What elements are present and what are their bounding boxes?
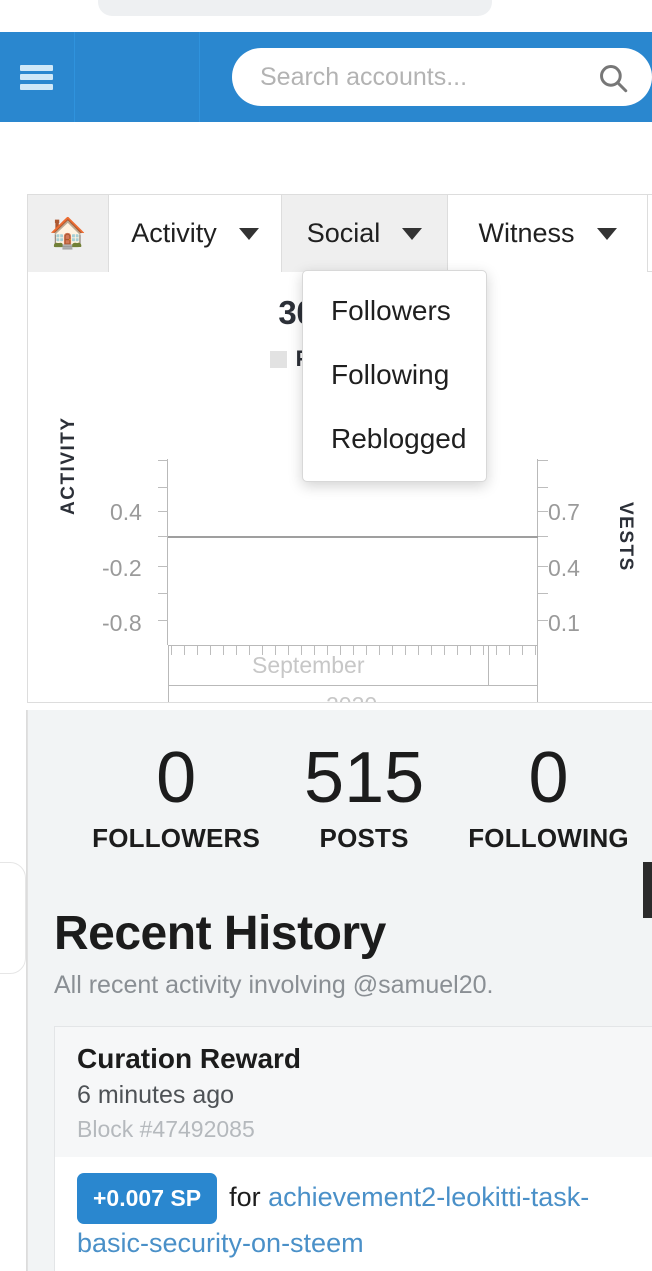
chart-x-tick — [535, 646, 536, 655]
hamburger-menu-button[interactable] — [0, 32, 75, 122]
stat-followers: 0 FOLLOWERS — [70, 738, 282, 853]
tab-social[interactable]: Social — [282, 195, 448, 272]
history-event-header: Curation Reward 6 minutes ago Block #474… — [55, 1027, 652, 1157]
y-tick-right-2: 0.1 — [548, 610, 580, 636]
chart-x-tick — [496, 646, 497, 655]
chart-x-tick — [249, 646, 250, 655]
tab-activity-label: Activity — [131, 218, 217, 248]
chart-x-month-label: September — [252, 652, 365, 678]
chart-x-tick — [210, 646, 211, 655]
left-edge-overlay — [0, 862, 26, 974]
chart-x-tick — [457, 646, 458, 655]
y-tick-right-0: 0.7 — [548, 499, 580, 525]
top-peek-panel — [98, 0, 492, 16]
dropdown-item-followers[interactable]: Followers — [303, 279, 486, 343]
stat-following: 0 FOLLOWING — [446, 738, 651, 853]
event-connector-text: for — [229, 1181, 261, 1212]
y-tick-left-2: -0.8 — [102, 610, 142, 636]
page-root: 🏠 Activity Social Witness 30-day ... Po — [0, 0, 652, 1271]
right-edge-scrollbar[interactable] — [643, 862, 652, 918]
home-icon: 🏠 — [49, 216, 87, 250]
stat-posts: 515 POSTS — [282, 738, 446, 853]
app-bar — [0, 32, 652, 122]
recent-history-section: Recent History All recent activity invol… — [27, 888, 652, 1271]
chart-x-tick — [392, 646, 393, 655]
chevron-down-icon — [596, 227, 617, 240]
search-area — [200, 48, 652, 106]
chevron-down-icon — [238, 227, 259, 240]
y-tick-left-0: 0.4 — [110, 499, 142, 525]
chart-x-tick — [470, 646, 471, 655]
event-block: Block #47492085 — [77, 1116, 255, 1142]
chart-x-tick — [366, 646, 367, 655]
chart-x-tick — [184, 646, 185, 655]
event-time: 6 minutes ago — [77, 1081, 235, 1109]
chart-x-tick — [418, 646, 419, 655]
search-icon[interactable] — [596, 61, 630, 100]
chart-x-tick — [509, 646, 510, 655]
dropdown-item-following[interactable]: Following — [303, 343, 486, 407]
status-badge: +0.007 SP — [77, 1173, 218, 1225]
stat-followers-label: FOLLOWERS — [92, 822, 261, 853]
chart-y-axis-title-right: VESTS — [615, 502, 636, 572]
search-input[interactable] — [232, 50, 562, 104]
y-tick-left-1: -0.2 — [102, 555, 142, 581]
chart-x-year-label: 2020 — [326, 692, 377, 702]
chart-x-tick — [522, 646, 523, 655]
tab-bar: 🏠 Activity Social Witness — [28, 195, 652, 272]
event-type: Curation Reward — [77, 1043, 302, 1074]
chart-plot-area: ACTIVITY VESTS 0.4 -0.2 -0.8 0.7 0.4 0.1 — [28, 416, 652, 702]
stat-posts-value: 515 — [304, 738, 425, 819]
chart-zero-line — [168, 536, 538, 538]
chart-x-tick — [444, 646, 445, 655]
search-box[interactable] — [232, 48, 652, 106]
appbar-spacer — [75, 32, 200, 122]
dropdown-item-reblogged[interactable]: Reblogged — [303, 407, 486, 471]
stat-following-label: FOLLOWING — [468, 822, 629, 853]
tab-witness[interactable]: Witness — [448, 195, 648, 272]
profile-stats: 0 FOLLOWERS 515 POSTS 0 FOLLOWING — [27, 710, 652, 888]
chart-x-tick — [236, 646, 237, 655]
chart-x-tick — [483, 646, 484, 655]
stat-posts-label: POSTS — [319, 822, 409, 853]
chart-y-axis-title-left: ACTIVITY — [58, 416, 79, 515]
tab-activity[interactable]: Activity — [109, 195, 282, 272]
y-tick-right-1: 0.4 — [548, 555, 580, 581]
tab-social-label: Social — [306, 218, 381, 248]
chart-x-tick — [197, 646, 198, 655]
tab-witness-label: Witness — [478, 218, 575, 248]
history-event-body: +0.007 SP for achievement2-leokitti-task-… — [55, 1157, 652, 1271]
history-event-card[interactable]: Curation Reward 6 minutes ago Block #474… — [54, 1026, 652, 1271]
chart-x-tick — [223, 646, 224, 655]
tab-home[interactable]: 🏠 — [28, 195, 109, 272]
chart-x-tick — [379, 646, 380, 655]
stat-following-value: 0 — [528, 738, 569, 819]
chart-x-tick — [171, 646, 172, 655]
hamburger-menu-icon — [20, 64, 54, 90]
legend-swatch-posts — [269, 350, 287, 368]
social-dropdown-menu: Followers Following Reblogged — [302, 270, 487, 482]
stat-followers-value: 0 — [156, 738, 197, 819]
chart-x-tick — [405, 646, 406, 655]
chevron-down-icon — [402, 227, 423, 240]
chart-x-tick — [431, 646, 432, 655]
history-subtitle: All recent activity involving @samuel20. — [54, 971, 494, 999]
page-title: Recent History — [54, 907, 386, 960]
